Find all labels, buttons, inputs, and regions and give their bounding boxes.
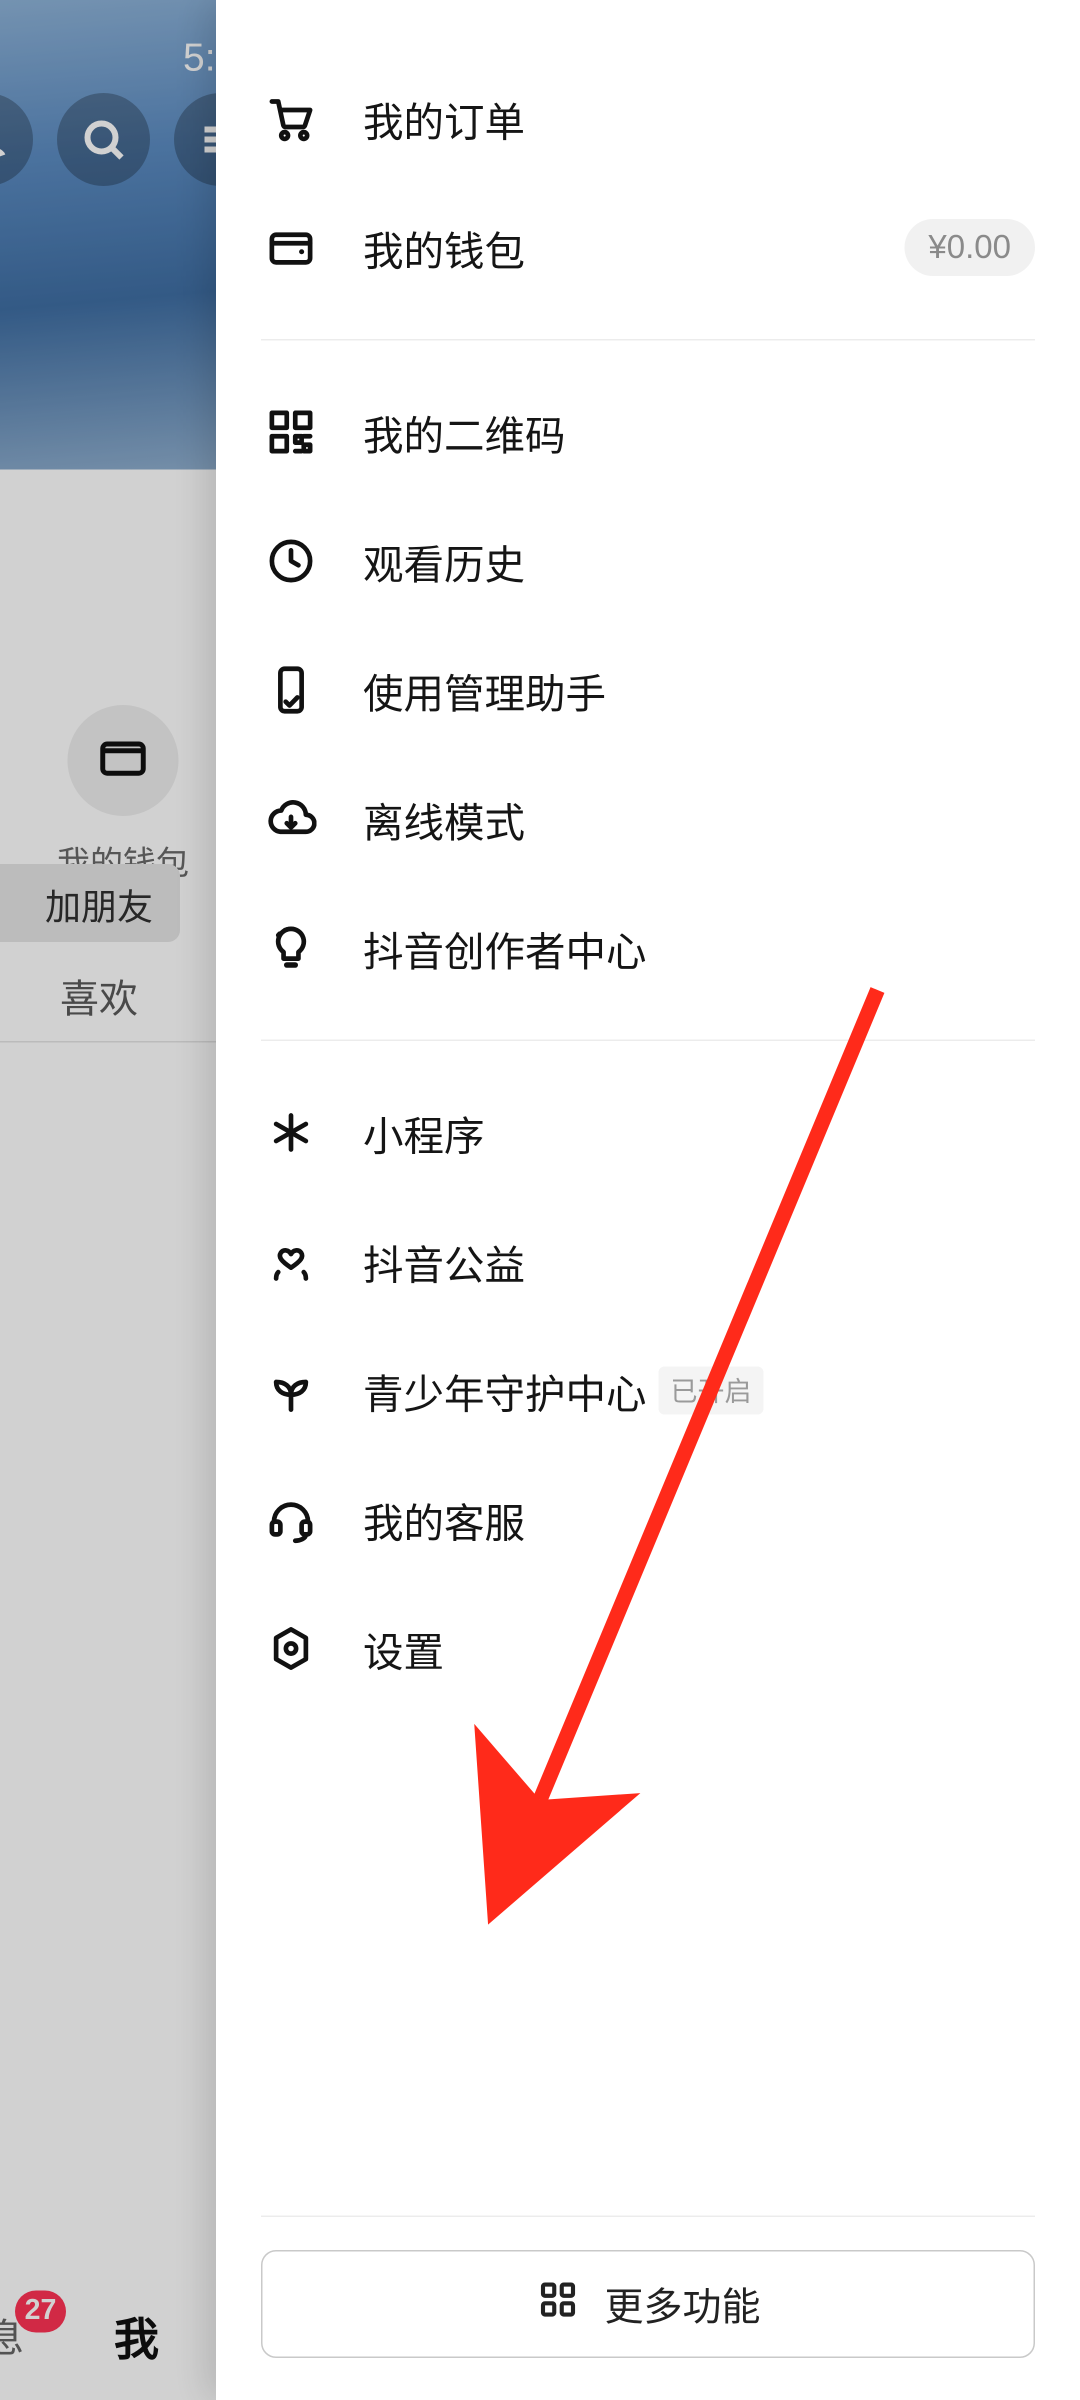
menu-item-tag: 已开启 [659, 1367, 764, 1415]
qrcode-icon [261, 402, 321, 462]
menu-item-qrcode[interactable]: 我的二维码 [261, 368, 1035, 497]
menu-item-label: 抖音公益 [363, 1232, 525, 1291]
menu-item-creator[interactable]: 抖音创作者中心 [261, 884, 1035, 1013]
menu-item-label: 小程序 [363, 1103, 485, 1162]
more-functions-label: 更多功能 [604, 2276, 760, 2332]
side-drawer: 我的订单我的钱包 ¥0.00 我的二维码观看历史使用管理助手离线模式抖音创作者中心小… [216, 0, 1080, 2400]
menu-item-settings[interactable]: 设置 [261, 1584, 1035, 1713]
menu-item-label: 我的客服 [363, 1490, 525, 1549]
sprout-icon [261, 1361, 321, 1421]
cloud-download-icon [261, 789, 321, 849]
menu-item-label: 观看历史 [363, 532, 525, 591]
menu-item-label: 我的二维码 [363, 403, 566, 462]
menu-item-label: 我的订单 [363, 89, 525, 148]
menu-item-value: ¥0.00 [904, 219, 1035, 276]
menu-item-offline[interactable]: 离线模式 [261, 755, 1035, 884]
menu-item-support[interactable]: 我的客服 [261, 1455, 1035, 1584]
menu-item-label: 我的钱包 [363, 218, 525, 277]
headset-icon [261, 1490, 321, 1550]
menu-item-label: 青少年守护中心 [363, 1361, 647, 1420]
menu-item-mini[interactable]: 小程序 [261, 1068, 1035, 1197]
more-functions-button[interactable]: 更多功能 [261, 2250, 1035, 2358]
menu-item-charity[interactable]: 抖音公益 [261, 1197, 1035, 1326]
menu-item-history[interactable]: 观看历史 [261, 497, 1035, 626]
menu-item-teen[interactable]: 青少年守护中心已开启 [261, 1326, 1035, 1455]
menu-item-label: 抖音创作者中心 [363, 919, 647, 978]
cart-icon [261, 89, 321, 149]
spark-icon [261, 1103, 321, 1163]
menu-item-usage[interactable]: 使用管理助手 [261, 626, 1035, 755]
menu-item-label: 设置 [363, 1619, 444, 1678]
grid-icon [535, 2276, 580, 2332]
menu-separator [261, 339, 1035, 341]
wallet-icon [261, 218, 321, 278]
menu-item-label: 离线模式 [363, 790, 525, 849]
gear-hex-icon [261, 1619, 321, 1679]
menu-item-orders[interactable]: 我的订单 [261, 54, 1035, 183]
menu-separator [261, 1040, 1035, 1042]
heart-hands-icon [261, 1232, 321, 1292]
menu-item-label: 使用管理助手 [363, 661, 606, 720]
menu-item-wallet[interactable]: 我的钱包 ¥0.00 [261, 183, 1035, 312]
phone-check-icon [261, 660, 321, 720]
clock-icon [261, 531, 321, 591]
bulb-icon [261, 918, 321, 978]
